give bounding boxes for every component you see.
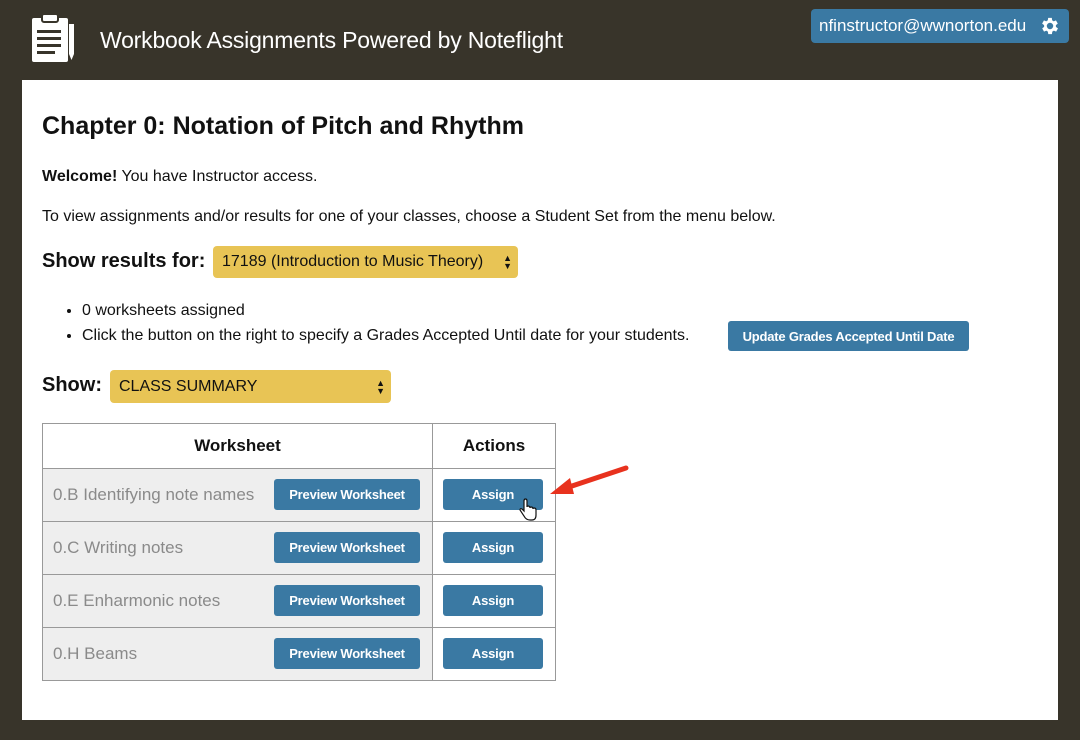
worksheet-name: 0.C Writing notes — [53, 538, 184, 557]
assign-button[interactable]: Assign — [443, 638, 543, 669]
table-row: 0.H Beams Preview Worksheet Assign — [43, 627, 555, 680]
column-divider — [432, 424, 433, 680]
preview-worksheet-button[interactable]: Preview Worksheet — [274, 532, 420, 563]
gear-icon[interactable] — [1039, 15, 1061, 37]
top-bar: Workbook Assignments Powered by Noteflig… — [0, 0, 1080, 80]
app-title: Workbook Assignments Powered by Noteflig… — [100, 27, 563, 53]
list-item: Click the button on the right to specify… — [82, 323, 689, 348]
show-label: Show: — [42, 374, 102, 396]
user-email: nfinstructor@wwnorton.edu — [819, 16, 1027, 35]
preview-worksheet-button[interactable]: Preview Worksheet — [274, 479, 420, 510]
show-results-label: Show results for: — [42, 250, 206, 272]
table-row: 0.B Identifying note names Preview Works… — [43, 468, 555, 521]
select-arrows-icon: ▲ ▼ — [376, 377, 385, 396]
preview-worksheet-button[interactable]: Preview Worksheet — [274, 638, 420, 669]
annotation-arrow-icon — [550, 465, 629, 494]
worksheets-assigned-count: 0 worksheets assigned — [82, 302, 245, 319]
student-set-select[interactable]: 17189 (Introduction to Music Theory) ▲ ▼ — [213, 246, 518, 278]
worksheets-table: Worksheet Actions 0.B Identifying note n… — [42, 423, 556, 681]
clipboard-icon — [32, 13, 74, 62]
show-view-select[interactable]: CLASS SUMMARY ▲ ▼ — [110, 370, 391, 403]
list-item: 0 worksheets assigned — [82, 298, 689, 323]
worksheet-name: 0.E Enharmonic notes — [53, 591, 221, 610]
worksheet-column-header: Worksheet — [194, 436, 281, 455]
welcome-bold: Welcome! — [42, 168, 118, 185]
preview-worksheet-button[interactable]: Preview Worksheet — [274, 585, 420, 616]
table-row: 0.C Writing notes Preview Worksheet Assi… — [43, 521, 555, 574]
worksheet-name: 0.H Beams — [53, 644, 138, 663]
user-account-button[interactable]: nfinstructor@wwnorton.edu — [811, 9, 1069, 43]
page-title: Chapter 0: Notation of Pitch and Rhythm — [42, 112, 524, 140]
select-arrows-icon: ▲ ▼ — [503, 253, 512, 271]
hand-cursor-icon — [519, 498, 537, 521]
grades-accepted-instructions: Click the button on the right to specify… — [82, 327, 690, 344]
update-grades-date-button[interactable]: Update Grades Accepted Until Date — [728, 321, 969, 351]
content-panel: Chapter 0: Notation of Pitch and Rhythm … — [22, 80, 1058, 720]
assign-button[interactable]: Assign — [443, 585, 543, 616]
instructions-text: To view assignments and/or results for o… — [42, 208, 776, 225]
status-list: 0 worksheets assigned Click the button o… — [82, 298, 689, 348]
student-set-value: 17189 (Introduction to Music Theory) — [222, 253, 484, 270]
show-view-value: CLASS SUMMARY — [119, 377, 258, 395]
worksheet-name: 0.B Identifying note names — [53, 485, 255, 504]
assign-button[interactable]: Assign — [443, 532, 543, 563]
table-row: 0.E Enharmonic notes Preview Worksheet A… — [43, 574, 555, 627]
welcome-text: You have Instructor access. — [117, 168, 318, 185]
actions-column-header: Actions — [462, 436, 526, 455]
welcome-message: Welcome! You have Instructor access. — [42, 168, 317, 186]
